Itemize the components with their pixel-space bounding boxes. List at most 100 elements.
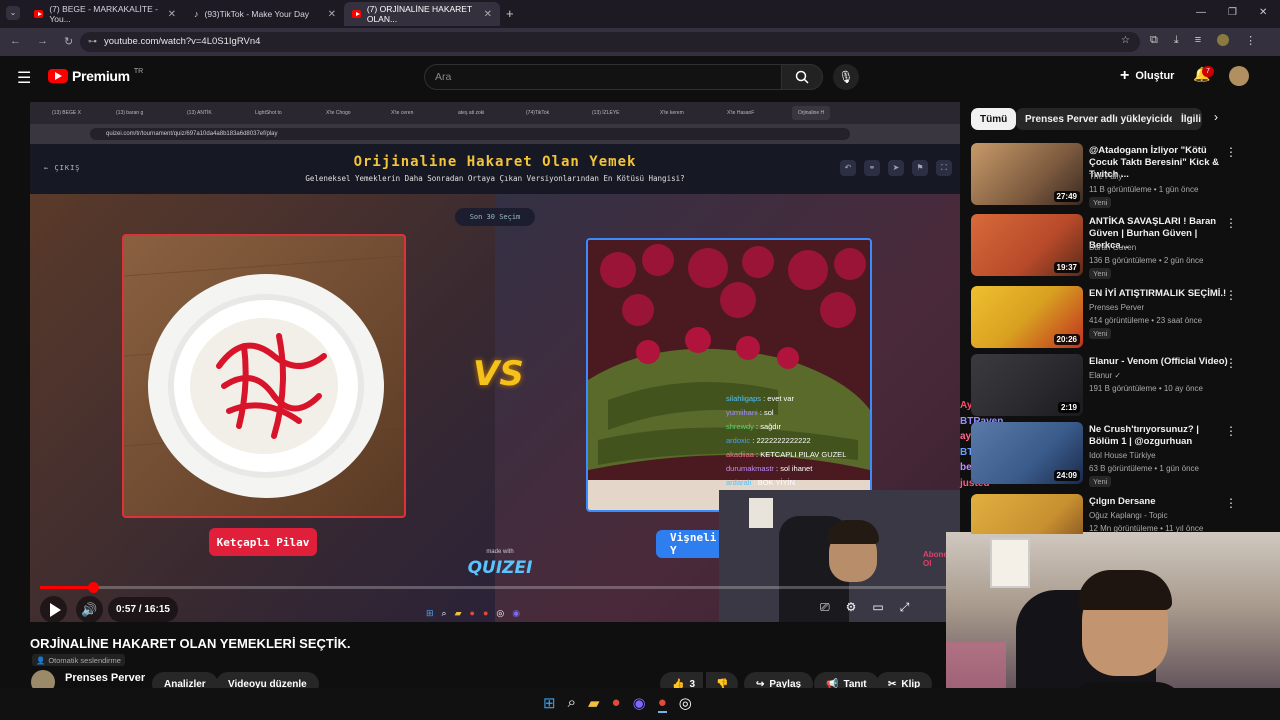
video-thumbnail[interactable]: 27:49 <box>971 143 1083 205</box>
video-title[interactable]: EN İYİ ATIŞTIRMALIK SEÇİMİ.! <box>1089 288 1229 300</box>
browser-tab-3[interactable]: (7) ORJİNALİNE HAKARET OLAN... ✕ <box>344 2 500 26</box>
duration-badge: 2:19 <box>1057 402 1080 413</box>
video-meta: 191 B görüntüleme • 10 ay önce <box>1089 384 1203 393</box>
new-tab-icon[interactable]: + <box>506 6 514 21</box>
more-options-icon[interactable]: ⋮ <box>1225 424 1237 438</box>
progress-bar[interactable] <box>40 582 950 593</box>
forward-icon[interactable]: → <box>37 35 48 48</box>
more-options-icon[interactable]: ⋮ <box>1225 145 1237 159</box>
app-icon[interactable]: ◎ <box>679 694 692 713</box>
taskbar-search-icon[interactable]: ⌕ <box>568 694 576 713</box>
chat-message: durumakmastr : sol ihanet <box>726 464 813 473</box>
fullscreen-toggle-icon[interactable]: ⤢ <box>900 600 910 615</box>
video-thumbnail[interactable]: 24:09 <box>971 422 1083 484</box>
more-options-icon[interactable]: ⋮ <box>1225 288 1237 302</box>
volume-icon[interactable]: 🔊 <box>76 596 103 622</box>
video-thumbnail[interactable] <box>971 494 1083 534</box>
close-icon[interactable]: ✕ <box>484 9 492 20</box>
link-icon[interactable]: ⚭ <box>864 160 880 176</box>
voice-search-button[interactable]: 🎙 <box>833 64 859 90</box>
more-options-icon[interactable]: ⋮ <box>1225 496 1237 510</box>
chip-all[interactable]: Tümü <box>971 108 1017 130</box>
close-icon[interactable]: ✕ <box>328 9 336 20</box>
app-icon: ◎ <box>496 608 505 618</box>
account-avatar[interactable] <box>1229 66 1249 86</box>
send-icon[interactable]: ➤ <box>888 160 904 176</box>
tab-label: (7) ORJİNALİNE HAKARET OLAN... <box>366 4 473 24</box>
video-thumbnail[interactable]: 20:26 <box>971 286 1083 348</box>
channel-name[interactable]: Idol House Türkiye <box>1089 451 1156 460</box>
close-window-icon[interactable]: ✕ <box>1259 7 1267 18</box>
chip-related[interactable]: İlgili <box>1172 108 1202 130</box>
channel-name[interactable]: Prenses Perver <box>1089 303 1144 312</box>
channel-name[interactable]: Oğuz Kaplangı - Topic <box>1089 511 1168 520</box>
more-options-icon[interactable]: ⋮ <box>1225 356 1237 370</box>
chrome-icon[interactable]: ● <box>612 694 621 713</box>
menu-kebab-icon[interactable]: ⋮ <box>1245 34 1256 47</box>
windows-start-icon[interactable]: ⊞ <box>543 694 556 713</box>
theater-mode-icon[interactable]: ▭ <box>872 600 883 615</box>
bookmark-star-icon[interactable]: ☆ <box>1121 35 1130 46</box>
browser-tab-2[interactable]: ♪ (93)TikTok - Make Your Day ✕ <box>186 2 344 26</box>
search-button[interactable] <box>781 64 823 90</box>
address-bar[interactable]: ⊶ youtube.com/watch?v=4L0S1IgRVn4 ☆ <box>80 32 1140 52</box>
youtube-logo[interactable]: Premium TR <box>48 68 143 84</box>
close-icon[interactable]: ✕ <box>168 9 176 20</box>
restore-icon[interactable]: ❐ <box>1228 7 1237 18</box>
browser-tab-1[interactable]: (7) BEGE - MARKAKALİTE - You... ✕ <box>26 2 184 26</box>
chevron-right-icon[interactable]: › <box>1214 110 1218 124</box>
search-input[interactable]: Ara <box>424 64 782 90</box>
auto-dub-badge: 👤 Otomatik seslendirme <box>32 654 125 666</box>
scrubber-handle[interactable] <box>87 582 99 593</box>
channel-name[interactable]: Baran Guven <box>1089 243 1136 252</box>
related-video[interactable]: Çılgın Dersane Oğuz Kaplangı - Topic 12 … <box>971 494 1251 534</box>
dub-label: Otomatik seslendirme <box>48 655 121 665</box>
related-video[interactable]: 2:19 Elanur - Venom (Official Video) Ela… <box>971 354 1251 420</box>
person-voice-icon: 👤 <box>36 655 46 665</box>
related-video[interactable]: 24:09 Ne Crush'tırıyorsunuz? | Bölüm 1 |… <box>971 422 1251 488</box>
undo-icon[interactable]: ↶ <box>840 160 856 176</box>
more-options-icon[interactable]: ⋮ <box>1225 216 1237 230</box>
related-video[interactable]: 27:49 @Atadogann İzliyor "Kötü Çocuk Tak… <box>971 143 1251 209</box>
chrome-icon: ● <box>469 608 475 618</box>
chip-uploader[interactable]: Prenses Perver adlı yükleyiciden <box>1016 108 1190 130</box>
video-title[interactable]: Elanur - Venom (Official Video) <box>1089 356 1229 368</box>
video-player[interactable]: (13) BEGE X (13) baran g (13) ANTİK Ligh… <box>30 102 960 622</box>
create-button[interactable]: + Oluştur <box>1120 64 1174 88</box>
streamer-hair <box>827 520 879 544</box>
left-choice-image[interactable] <box>122 234 406 518</box>
channel-name[interactable]: Elanur ✓ <box>1089 371 1121 380</box>
inner-taskbar: ⊞ ⌕ ▰ ● ● ◎ ◉ <box>426 608 520 619</box>
video-title[interactable]: Ne Crush'tırıyorsunuz? | Bölüm 1 | @ozgu… <box>1089 424 1229 448</box>
back-icon[interactable]: ← <box>10 35 21 48</box>
download-icon[interactable]: ⤓ <box>1174 34 1179 47</box>
file-explorer-icon[interactable]: ▰ <box>588 694 600 713</box>
duration-badge: 20:26 <box>1053 334 1080 345</box>
flag-icon[interactable]: ⚑ <box>912 160 928 176</box>
video-title[interactable]: Çılgın Dersane <box>1089 496 1229 508</box>
tab-search-icon[interactable]: ⌄ <box>6 6 20 20</box>
chrome-active-icon[interactable]: ● <box>657 694 667 713</box>
fullscreen-icon[interactable]: ⛶ <box>936 160 952 176</box>
related-video[interactable]: 20:26 EN İYİ ATIŞTIRMALIK SEÇİMİ.! Prens… <box>971 286 1251 352</box>
new-badge: Yeni <box>1089 268 1112 279</box>
subtitles-icon[interactable]: ⎚ <box>820 600 830 615</box>
right-choice-button[interactable]: Vişneli Y <box>656 530 722 558</box>
channel-name[interactable]: Prenses Perver <box>65 672 145 684</box>
video-thumbnail[interactable]: 2:19 <box>971 354 1083 416</box>
profile-avatar-icon[interactable] <box>1217 34 1230 46</box>
settings-gear-icon[interactable]: ⚙ <box>846 600 857 615</box>
video-thumbnail[interactable]: 19:37 <box>971 214 1083 276</box>
left-choice-button[interactable]: Ketçaplı Pilav <box>209 528 317 556</box>
discord-icon[interactable]: ◉ <box>633 694 646 713</box>
site-info-icon[interactable]: ⊶ <box>88 36 97 47</box>
channel-name[interactable]: The Pally <box>1089 172 1122 181</box>
related-video[interactable]: 19:37 ANTİKA SAVAŞLARI ! Baran Güven | B… <box>971 214 1251 280</box>
exit-button[interactable]: ← ÇIKIŞ <box>44 164 81 172</box>
reload-icon[interactable]: ↻ <box>64 35 73 48</box>
media-icon[interactable]: ≡ <box>1195 34 1201 47</box>
hamburger-menu-icon[interactable]: ☰ <box>17 68 31 88</box>
minimize-icon[interactable]: — <box>1196 7 1206 18</box>
extensions-icon[interactable]: ⧉ <box>1150 34 1158 47</box>
play-button[interactable] <box>40 596 67 622</box>
